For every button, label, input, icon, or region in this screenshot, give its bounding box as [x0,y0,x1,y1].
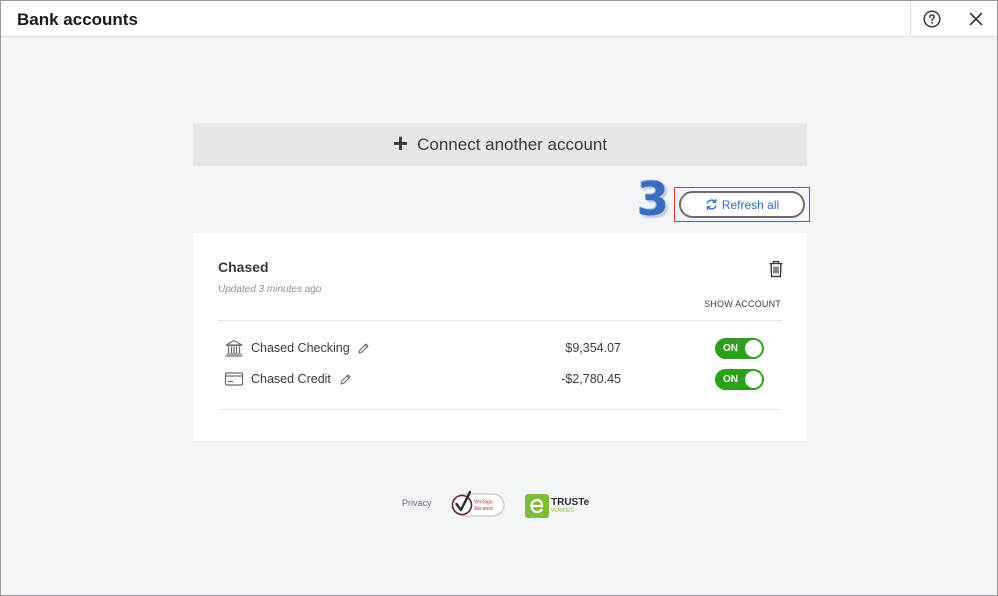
truste-name: TRUSTe [551,497,590,508]
divider [218,409,782,410]
toggle-label: ON [723,343,738,354]
connect-label: Connect another account [417,134,608,154]
account-name: Chased Credit [251,372,331,386]
refresh-icon [706,199,717,210]
dialog-titlebar: Bank accounts [1,1,997,37]
help-button[interactable] [922,9,942,29]
account-row: Chased Credit -$2,780.45 ON [218,365,782,393]
divider [218,320,782,321]
step-number-annotation: 3 [637,172,670,226]
bank-accounts-dialog: Bank accounts + Connect another account … [0,0,998,596]
trash-icon [769,260,783,278]
edit-pencil-icon[interactable] [357,342,370,355]
account-balance: -$2,780.45 [561,372,621,386]
verisign-secured-logo: VeriSign Secured [451,490,505,517]
dialog-title: Bank accounts [17,10,138,29]
account-toggle[interactable]: ON [715,369,764,390]
account-toggle[interactable]: ON [715,338,764,359]
account-row: Chased Checking $9,354.07 ON [218,334,782,362]
close-icon [969,12,983,26]
bank-card: Chased Updated 3 minutes ago SHOW ACCOUN… [193,233,807,441]
verisign-line1: VeriSign [474,500,493,506]
toggle-label: ON [723,374,738,385]
bank-name: Chased [218,259,269,275]
updated-timestamp: Updated 3 minutes ago [218,284,322,295]
titlebar-divider [910,1,911,37]
refresh-all-button[interactable]: Refresh all [679,191,805,218]
toggle-knob [745,340,762,357]
truste-verified-logo: TRUSTe VERIFIED [525,494,590,518]
credit-card-icon [224,372,244,386]
edit-pencil-icon[interactable] [339,373,352,386]
close-button[interactable] [966,9,986,29]
privacy-link[interactable]: Privacy [402,498,432,508]
delete-bank-button[interactable] [768,260,784,278]
toggle-knob [745,371,762,388]
bank-building-icon [225,339,243,357]
plus-icon: + [392,128,409,158]
truste-sub: VERIFIED [551,508,574,514]
verisign-line2: Secured [474,506,493,512]
account-balance: $9,354.07 [565,341,621,355]
refresh-all-label: Refresh all [721,197,780,212]
connect-another-account-button[interactable]: + Connect another account [193,123,807,166]
footer: Privacy VeriSign Secured TRUSTe VERIFIED [1,487,998,521]
account-name: Chased Checking [251,341,350,355]
help-circle-icon [923,10,941,28]
show-account-link[interactable]: SHOW ACCOUNT [704,299,781,309]
